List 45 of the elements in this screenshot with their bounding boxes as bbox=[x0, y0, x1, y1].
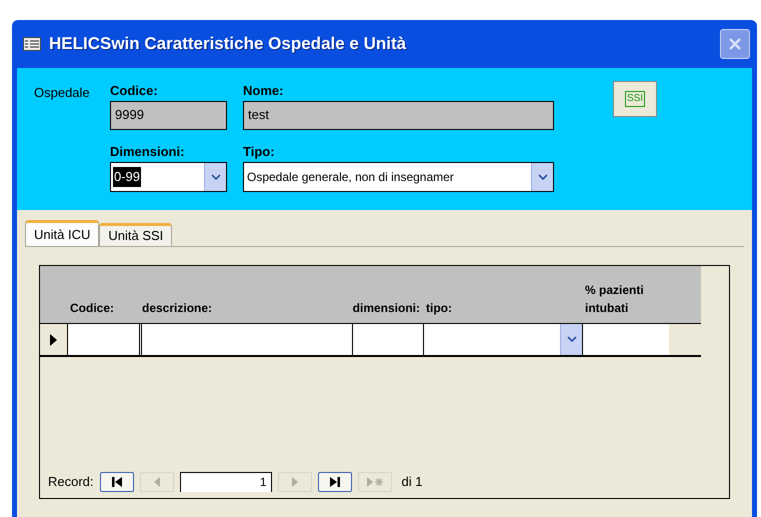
tab[interactable]: Unità ICU bbox=[25, 220, 100, 246]
input-field[interactable]: test bbox=[243, 101, 554, 130]
tab[interactable]: Unità SSI bbox=[99, 223, 172, 246]
field-value: Ospedale generale, non di insegnamer bbox=[246, 169, 455, 186]
field-label: Dimensioni: bbox=[110, 143, 186, 161]
close-icon bbox=[728, 37, 742, 51]
first-record-icon bbox=[110, 476, 123, 488]
table-cell[interactable] bbox=[582, 324, 669, 355]
section-label: Ospedale bbox=[34, 84, 91, 102]
chevron-icon bbox=[538, 174, 548, 180]
dropdown-button[interactable] bbox=[531, 163, 553, 191]
field-label: Nome: bbox=[243, 82, 284, 100]
column-header: tipo: bbox=[426, 300, 452, 317]
input-field[interactable]: 9999 bbox=[110, 101, 227, 130]
new-record-icon bbox=[366, 476, 384, 488]
table-cell[interactable] bbox=[67, 324, 139, 355]
table-cell[interactable] bbox=[352, 324, 423, 355]
table-cell[interactable] bbox=[423, 324, 582, 355]
ssi-label: SSI bbox=[624, 91, 646, 107]
record-number-field[interactable]: 1 bbox=[180, 472, 272, 492]
field-label: Codice: bbox=[110, 82, 159, 100]
chevron-icon bbox=[566, 336, 576, 343]
dropdown-button[interactable] bbox=[204, 163, 226, 191]
field-value: 0-99 bbox=[113, 167, 142, 187]
record-label: Record: bbox=[48, 473, 94, 492]
column-header: % pazienti intubati bbox=[585, 282, 645, 317]
column-header: descrizione: bbox=[142, 300, 212, 317]
table-cell[interactable] bbox=[139, 324, 352, 355]
dropdown-field[interactable]: Ospedale generale, non di insegnamer bbox=[243, 162, 554, 192]
nav-button[interactable] bbox=[318, 472, 352, 492]
field-label: Tipo: bbox=[243, 143, 276, 161]
record-count: di 1 bbox=[402, 473, 422, 492]
dropdown-field[interactable]: 0-99 bbox=[110, 162, 227, 192]
window-title: HELICSwin Caratteristiche Ospedale e Unità bbox=[49, 33, 406, 56]
nav-button[interactable] bbox=[100, 472, 134, 492]
last-record-icon bbox=[328, 476, 341, 488]
current-row-icon bbox=[50, 334, 57, 346]
column-header: Codice: bbox=[70, 300, 114, 317]
previous-icon bbox=[152, 476, 162, 488]
form-icon bbox=[23, 37, 41, 51]
column-header: dimensioni: bbox=[352, 300, 420, 317]
next-icon bbox=[290, 476, 300, 488]
close-button[interactable] bbox=[720, 29, 750, 59]
chevron-icon bbox=[210, 174, 220, 180]
dropdown-button[interactable] bbox=[560, 324, 582, 355]
